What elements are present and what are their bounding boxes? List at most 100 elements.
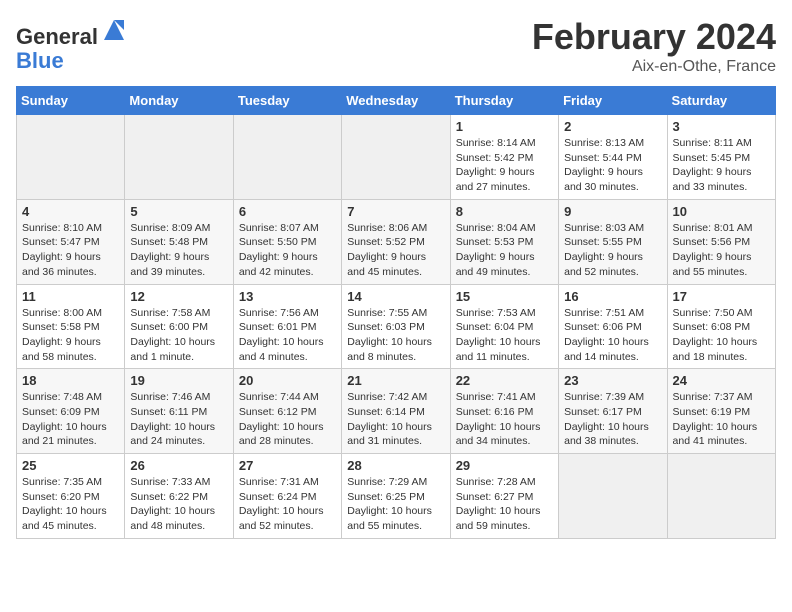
- day-number: 24: [673, 373, 770, 388]
- day-info: Sunrise: 7:46 AM Sunset: 6:11 PM Dayligh…: [130, 390, 227, 449]
- calendar-cell: [667, 454, 775, 539]
- calendar-cell: 8 Sunrise: 8:04 AM Sunset: 5:53 PM Daylig…: [450, 199, 558, 284]
- calendar-cell: 21 Sunrise: 7:42 AM Sunset: 6:14 PM Dayli…: [342, 369, 450, 454]
- day-number: 6: [239, 204, 336, 219]
- day-number: 15: [456, 289, 553, 304]
- calendar-cell: [125, 115, 233, 200]
- weekday-header: Saturday: [667, 87, 775, 115]
- day-info: Sunrise: 8:10 AM Sunset: 5:47 PM Dayligh…: [22, 221, 119, 280]
- calendar-cell: 20 Sunrise: 7:44 AM Sunset: 6:12 PM Dayli…: [233, 369, 341, 454]
- calendar-cell: 26Sunrise: 7:33 AM Sunset: 6:22 PM Dayli…: [125, 454, 233, 539]
- day-info: Sunrise: 7:58 AM Sunset: 6:00 PM Dayligh…: [130, 306, 227, 365]
- day-number: 29: [456, 458, 553, 473]
- day-info: Sunrise: 8:07 AM Sunset: 5:50 PM Dayligh…: [239, 221, 336, 280]
- day-number: 10: [673, 204, 770, 219]
- day-number: 11: [22, 289, 119, 304]
- day-number: 4: [22, 204, 119, 219]
- logo-blue: Blue: [16, 48, 64, 73]
- title-block: February 2024 Aix-en-Othe, France: [532, 16, 776, 76]
- day-number: 2: [564, 119, 661, 134]
- day-info: Sunrise: 7:55 AM Sunset: 6:03 PM Dayligh…: [347, 306, 444, 365]
- weekday-header: Thursday: [450, 87, 558, 115]
- weekday-header: Friday: [559, 87, 667, 115]
- day-number: 5: [130, 204, 227, 219]
- calendar-title: February 2024: [532, 16, 776, 58]
- day-info: Sunrise: 7:50 AM Sunset: 6:08 PM Dayligh…: [673, 306, 770, 365]
- day-info: Sunrise: 7:53 AM Sunset: 6:04 PM Dayligh…: [456, 306, 553, 365]
- day-number: 9: [564, 204, 661, 219]
- calendar-cell: 3 Sunrise: 8:11 AM Sunset: 5:45 PM Daylig…: [667, 115, 775, 200]
- calendar-cell: [342, 115, 450, 200]
- weekday-header-row: SundayMondayTuesdayWednesdayThursdayFrid…: [17, 87, 776, 115]
- day-number: 8: [456, 204, 553, 219]
- calendar-cell: 19 Sunrise: 7:46 AM Sunset: 6:11 PM Dayli…: [125, 369, 233, 454]
- day-info: Sunrise: 7:41 AM Sunset: 6:16 PM Dayligh…: [456, 390, 553, 449]
- calendar-cell: 11 Sunrise: 8:00 AM Sunset: 5:58 PM Dayli…: [17, 284, 125, 369]
- day-number: 23: [564, 373, 661, 388]
- calendar-week-row: 11 Sunrise: 8:00 AM Sunset: 5:58 PM Dayli…: [17, 284, 776, 369]
- calendar-cell: 17 Sunrise: 7:50 AM Sunset: 6:08 PM Dayli…: [667, 284, 775, 369]
- weekday-header: Tuesday: [233, 87, 341, 115]
- day-number: 20: [239, 373, 336, 388]
- day-number: 26: [130, 458, 227, 473]
- day-info: Sunrise: 8:14 AM Sunset: 5:42 PM Dayligh…: [456, 136, 553, 195]
- calendar-cell: 7 Sunrise: 8:06 AM Sunset: 5:52 PM Daylig…: [342, 199, 450, 284]
- calendar-table: SundayMondayTuesdayWednesdayThursdayFrid…: [16, 86, 776, 539]
- day-info: Sunrise: 7:31 AM Sunset: 6:24 PM Dayligh…: [239, 475, 336, 534]
- day-number: 21: [347, 373, 444, 388]
- day-number: 1: [456, 119, 553, 134]
- day-number: 28: [347, 458, 444, 473]
- calendar-cell: 16Sunrise: 7:51 AM Sunset: 6:06 PM Dayli…: [559, 284, 667, 369]
- day-info: Sunrise: 7:44 AM Sunset: 6:12 PM Dayligh…: [239, 390, 336, 449]
- day-number: 7: [347, 204, 444, 219]
- day-number: 3: [673, 119, 770, 134]
- calendar-cell: 27 Sunrise: 7:31 AM Sunset: 6:24 PM Dayli…: [233, 454, 341, 539]
- calendar-cell: 14 Sunrise: 7:55 AM Sunset: 6:03 PM Dayli…: [342, 284, 450, 369]
- day-info: Sunrise: 8:04 AM Sunset: 5:53 PM Dayligh…: [456, 221, 553, 280]
- day-info: Sunrise: 8:00 AM Sunset: 5:58 PM Dayligh…: [22, 306, 119, 365]
- day-info: Sunrise: 8:06 AM Sunset: 5:52 PM Dayligh…: [347, 221, 444, 280]
- day-number: 17: [673, 289, 770, 304]
- weekday-header: Monday: [125, 87, 233, 115]
- calendar-cell: 6 Sunrise: 8:07 AM Sunset: 5:50 PM Daylig…: [233, 199, 341, 284]
- calendar-cell: [17, 115, 125, 200]
- calendar-cell: 4 Sunrise: 8:10 AM Sunset: 5:47 PM Daylig…: [17, 199, 125, 284]
- day-info: Sunrise: 8:01 AM Sunset: 5:56 PM Dayligh…: [673, 221, 770, 280]
- weekday-header: Sunday: [17, 87, 125, 115]
- calendar-cell: 23Sunrise: 7:39 AM Sunset: 6:17 PM Dayli…: [559, 369, 667, 454]
- calendar-cell: 9 Sunrise: 8:03 AM Sunset: 5:55 PM Daylig…: [559, 199, 667, 284]
- calendar-cell: 24 Sunrise: 7:37 AM Sunset: 6:19 PM Dayli…: [667, 369, 775, 454]
- day-info: Sunrise: 7:37 AM Sunset: 6:19 PM Dayligh…: [673, 390, 770, 449]
- calendar-cell: 29 Sunrise: 7:28 AM Sunset: 6:27 PM Dayli…: [450, 454, 558, 539]
- calendar-cell: 18Sunrise: 7:48 AM Sunset: 6:09 PM Dayli…: [17, 369, 125, 454]
- day-info: Sunrise: 7:28 AM Sunset: 6:27 PM Dayligh…: [456, 475, 553, 534]
- day-info: Sunrise: 8:11 AM Sunset: 5:45 PM Dayligh…: [673, 136, 770, 195]
- calendar-cell: 10 Sunrise: 8:01 AM Sunset: 5:56 PM Dayli…: [667, 199, 775, 284]
- day-number: 19: [130, 373, 227, 388]
- day-info: Sunrise: 7:42 AM Sunset: 6:14 PM Dayligh…: [347, 390, 444, 449]
- day-number: 14: [347, 289, 444, 304]
- day-info: Sunrise: 7:35 AM Sunset: 6:20 PM Dayligh…: [22, 475, 119, 534]
- day-number: 13: [239, 289, 336, 304]
- calendar-cell: 5 Sunrise: 8:09 AM Sunset: 5:48 PM Daylig…: [125, 199, 233, 284]
- day-info: Sunrise: 8:03 AM Sunset: 5:55 PM Dayligh…: [564, 221, 661, 280]
- calendar-cell: 12Sunrise: 7:58 AM Sunset: 6:00 PM Dayli…: [125, 284, 233, 369]
- calendar-cell: 28Sunrise: 7:29 AM Sunset: 6:25 PM Dayli…: [342, 454, 450, 539]
- day-info: Sunrise: 7:51 AM Sunset: 6:06 PM Dayligh…: [564, 306, 661, 365]
- calendar-cell: 15 Sunrise: 7:53 AM Sunset: 6:04 PM Dayli…: [450, 284, 558, 369]
- calendar-cell: 13Sunrise: 7:56 AM Sunset: 6:01 PM Dayli…: [233, 284, 341, 369]
- day-number: 18: [22, 373, 119, 388]
- calendar-subtitle: Aix-en-Othe, France: [532, 58, 776, 76]
- day-number: 22: [456, 373, 553, 388]
- calendar-cell: [559, 454, 667, 539]
- calendar-week-row: 4 Sunrise: 8:10 AM Sunset: 5:47 PM Daylig…: [17, 199, 776, 284]
- weekday-header: Wednesday: [342, 87, 450, 115]
- calendar-week-row: 1 Sunrise: 8:14 AM Sunset: 5:42 PM Daylig…: [17, 115, 776, 200]
- day-number: 27: [239, 458, 336, 473]
- day-info: Sunrise: 8:13 AM Sunset: 5:44 PM Dayligh…: [564, 136, 661, 195]
- calendar-cell: [233, 115, 341, 200]
- page-header: General Blue February 2024 Aix-en-Othe, …: [16, 16, 776, 76]
- calendar-week-row: 25Sunrise: 7:35 AM Sunset: 6:20 PM Dayli…: [17, 454, 776, 539]
- calendar-cell: 1 Sunrise: 8:14 AM Sunset: 5:42 PM Daylig…: [450, 115, 558, 200]
- day-info: Sunrise: 8:09 AM Sunset: 5:48 PM Dayligh…: [130, 221, 227, 280]
